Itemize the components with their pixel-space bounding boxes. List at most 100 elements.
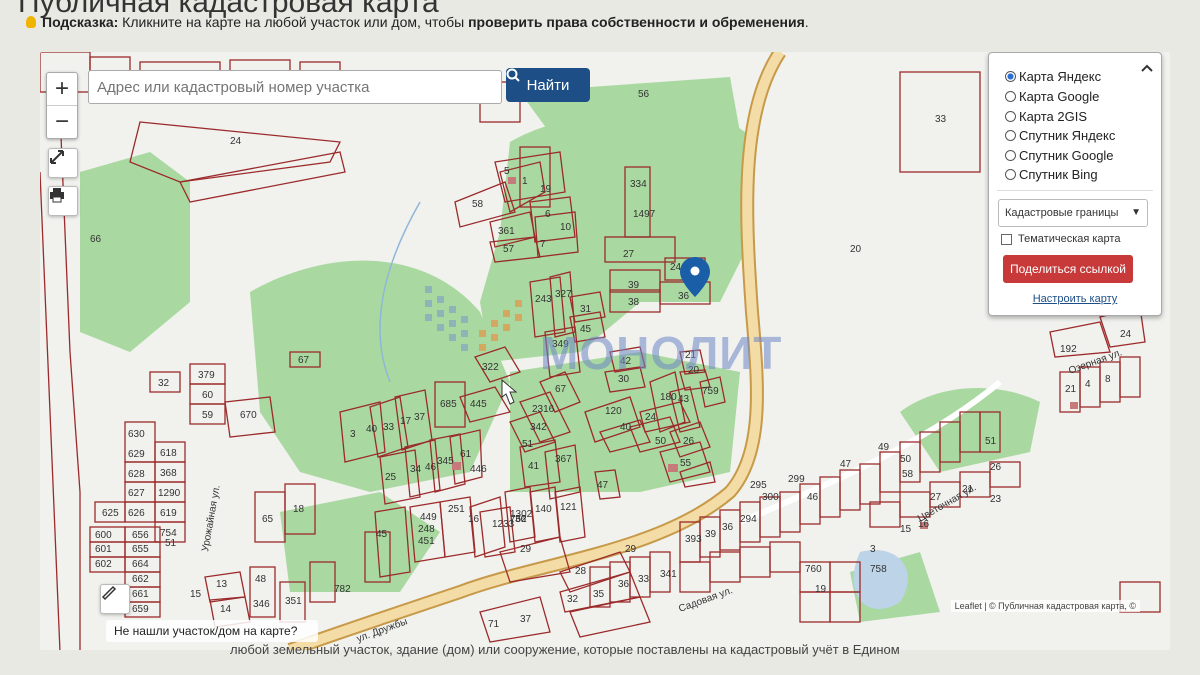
parcel-label: 327 <box>555 289 572 300</box>
layer-option-label: Спутник Google <box>1019 148 1114 163</box>
parcel-label: 17 <box>400 416 412 427</box>
parcel-label: 662 <box>132 574 149 585</box>
parcel-label: 4 <box>1085 379 1091 390</box>
parcel-label: 5 <box>504 166 510 177</box>
parcel-label: 661 <box>132 589 149 600</box>
parcel-label: 760 <box>805 564 822 575</box>
parcel-label: 47 <box>840 459 852 470</box>
overlay-select-value: Кадастровые границы <box>1005 207 1119 219</box>
find-button-label: Найти <box>526 76 570 94</box>
parcel-label: 20 <box>850 244 862 255</box>
share-link-button[interactable]: Поделиться ссылкой <box>1003 255 1133 283</box>
parcel-label: 445 <box>470 399 487 410</box>
parcel-label: 35 <box>593 589 605 600</box>
parcel-label: 451 <box>418 536 435 547</box>
parcel-label: 31 <box>580 304 592 315</box>
parcel-label: 39 <box>628 280 640 291</box>
parcel-label: 449 <box>420 512 437 523</box>
parcel-label: 361 <box>498 226 515 237</box>
hint-bold: проверить права собственности и обремене… <box>468 14 805 30</box>
zoom-in-button[interactable]: + <box>47 73 77 106</box>
parcel-label: 29 <box>520 544 532 555</box>
parcel-label: 33 <box>638 574 650 585</box>
parcel-label: 1497 <box>633 209 656 220</box>
parcel-label: 1290 <box>158 488 181 499</box>
parcel-label: 23 <box>990 494 1002 505</box>
parcel-label: 40 <box>620 422 632 433</box>
expand-icon <box>50 150 64 164</box>
watermark-logo: МОНОЛИТ <box>540 326 782 380</box>
radio-icon <box>1005 111 1016 122</box>
parcel-label: 16 <box>468 514 480 525</box>
parcel-label: 656 <box>132 530 149 541</box>
hint-body: Кликните на карте на любой участок или д… <box>118 14 469 30</box>
find-button[interactable]: Найти <box>506 68 590 102</box>
overlay-select[interactable]: Кадастровые границы ▼ <box>998 199 1148 227</box>
parcel-label: 601 <box>95 544 112 555</box>
layer-option-label: Спутник Яндекс <box>1019 128 1116 143</box>
parcel-label: 248 <box>418 524 435 535</box>
parcel-label: 71 <box>488 619 500 630</box>
layer-option-2gis-map[interactable]: Карта 2GIS <box>1005 109 1087 124</box>
parcel-label: 32 <box>567 594 579 605</box>
parcel-label: 367 <box>555 454 572 465</box>
print-button[interactable] <box>48 186 78 216</box>
parcel-label: 2316 <box>532 404 555 415</box>
footer-text: любой земельный участок, здание (дом) ил… <box>230 642 900 657</box>
zoom-out-button[interactable]: − <box>47 106 77 138</box>
cadastral-map[interactable]: 24 66 56 33 20 5 1 19 58 6 10 361 57 7 3… <box>40 52 1170 650</box>
parcel-label: 51 <box>985 436 997 447</box>
parcel-label: 446 <box>470 464 487 475</box>
parcel-label: 10 <box>560 222 572 233</box>
parcel-label: 19 <box>540 184 552 195</box>
parcel-label: 15 <box>900 524 912 535</box>
chevron-down-icon: ▼ <box>1131 207 1141 218</box>
map-attribution: Leaflet | © Публичная кадастровая карта,… <box>950 600 1140 612</box>
parcel-label: 58 <box>902 469 914 480</box>
street-label: Садовая ул. <box>677 585 734 615</box>
parcel-label: 45 <box>376 529 388 540</box>
fullscreen-button[interactable] <box>48 148 78 178</box>
radio-icon <box>1005 150 1016 161</box>
search-icon <box>506 68 520 82</box>
watermark-text: МОНОЛИТ <box>540 327 783 379</box>
parcel-label: 346 <box>253 599 270 610</box>
parcel-label: 55 <box>680 458 692 469</box>
parcel-label: 19 <box>815 584 827 595</box>
parcel-label: 58 <box>472 199 484 210</box>
parcel-label: 36 <box>515 514 527 525</box>
parcel-label: 51 <box>522 439 534 450</box>
layer-option-yandex-satellite[interactable]: Спутник Яндекс <box>1005 128 1115 143</box>
collapse-chevron-icon[interactable] <box>1141 63 1153 73</box>
parcel-label: 6 <box>545 209 551 220</box>
layer-option-google-map[interactable]: Карта Google <box>1005 89 1099 104</box>
parcel-label: 32 <box>158 378 170 389</box>
not-found-link[interactable]: Не нашли участок/дом на карте? <box>106 620 318 642</box>
search-input[interactable] <box>88 70 502 104</box>
parcel-label: 24 <box>230 136 242 147</box>
lightbulb-icon <box>26 16 36 28</box>
radio-icon <box>1005 169 1016 180</box>
parcel-label: 26 <box>990 462 1002 473</box>
hint-text: Подсказка: Кликните на карте на любой уч… <box>26 14 809 30</box>
radio-icon <box>1005 91 1016 102</box>
configure-map-link[interactable]: Настроить карту <box>989 293 1161 305</box>
parcel-label: 1 <box>522 176 528 187</box>
parcel-label: 655 <box>132 544 149 555</box>
layer-option-label: Спутник Bing <box>1019 167 1098 182</box>
parcel-label: 37 <box>520 614 532 625</box>
parcel-label: 379 <box>198 370 215 381</box>
parcel-label: 67 <box>298 355 310 366</box>
layer-option-yandex-map[interactable]: Карта Яндекс <box>1005 69 1101 84</box>
parcel-label: 758 <box>870 564 887 575</box>
ruler-button[interactable] <box>100 584 130 614</box>
layer-option-bing-satellite[interactable]: Спутник Bing <box>1005 167 1098 182</box>
thematic-map-checkbox[interactable]: Тематическая карта <box>1001 233 1120 245</box>
layer-option-google-satellite[interactable]: Спутник Google <box>1005 148 1114 163</box>
parcel-label: 38 <box>628 297 640 308</box>
parcel-label: 7 <box>540 239 546 250</box>
parcel-label: 56 <box>638 89 650 100</box>
parcel-label: 46 <box>807 492 819 503</box>
parcel-label: 121 <box>560 502 577 513</box>
parcel-label: 664 <box>132 559 149 570</box>
